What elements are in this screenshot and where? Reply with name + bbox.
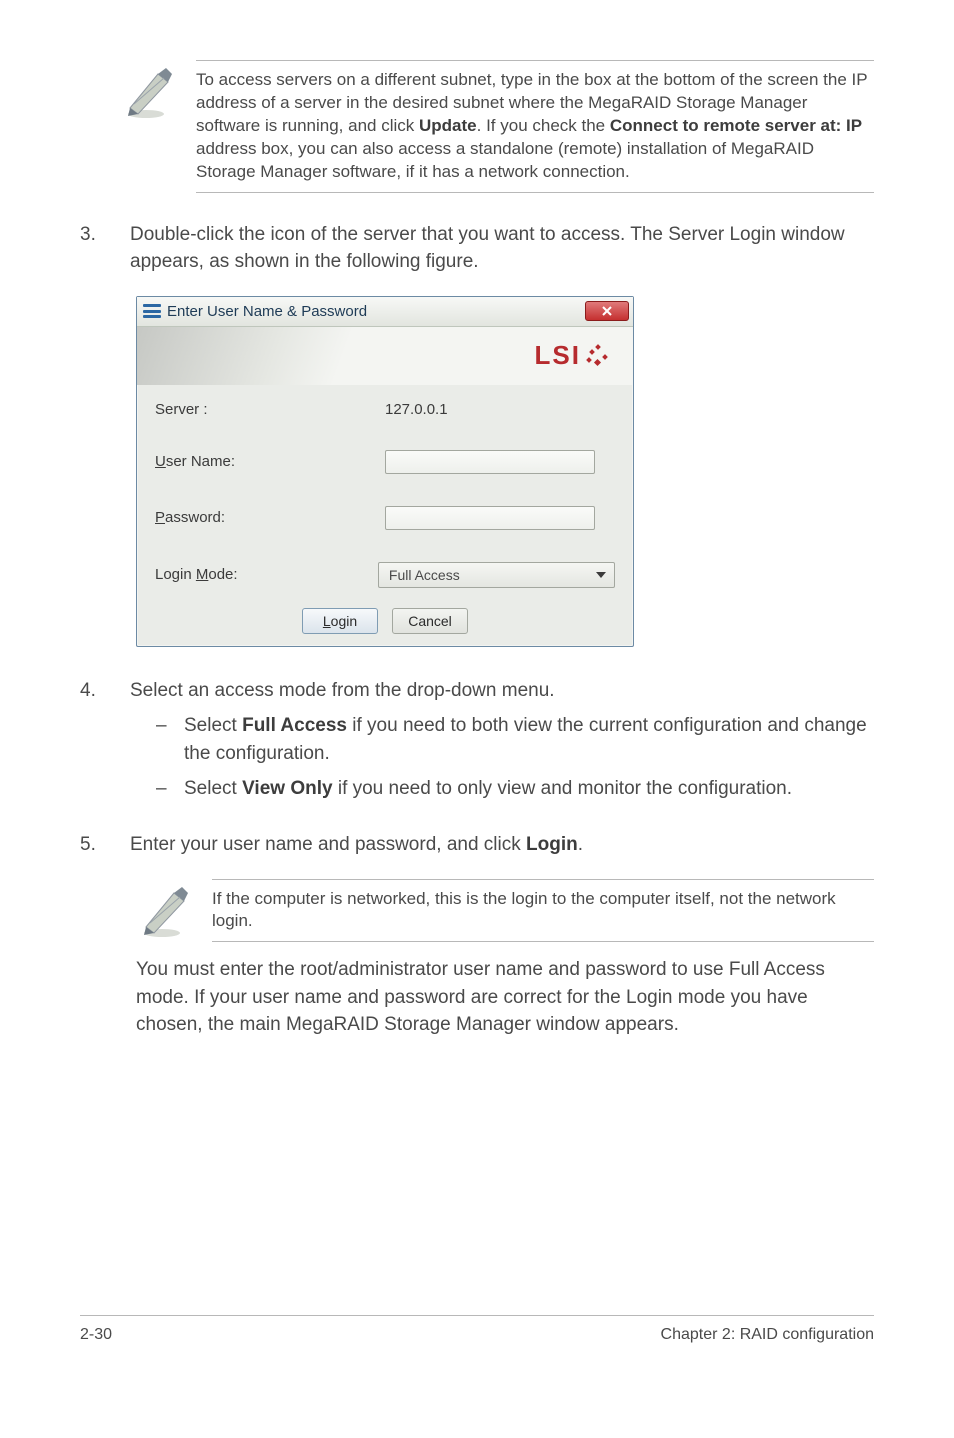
- note1-bold2: Connect to remote server at: IP: [610, 116, 862, 135]
- close-icon: [601, 305, 613, 317]
- close-button[interactable]: [585, 301, 629, 321]
- step-4: 4. Select an access mode from the drop-d…: [80, 677, 874, 811]
- step5-pre: Enter your user name and password, and c…: [130, 834, 526, 855]
- username-input[interactable]: [385, 450, 595, 474]
- password-row: Password:: [137, 490, 633, 546]
- password-label-rest: assword:: [165, 509, 225, 526]
- lsi-logo: LSI: [535, 340, 609, 371]
- step4-b1-pre: Select: [184, 715, 242, 736]
- step-4-bullet-2: Select View Only if you need to only vie…: [130, 775, 874, 803]
- step-4-bullet-1: Select Full Access if you need to both v…: [130, 712, 874, 767]
- step-5-continuation: You must enter the root/administrator us…: [136, 956, 874, 1039]
- titlebar: Enter User Name & Password: [137, 297, 633, 327]
- step5-bold: Login: [526, 834, 578, 855]
- lsi-logo-sparkle-icon: [587, 345, 609, 367]
- loginmode-label: Login Mode:: [155, 566, 378, 583]
- page-footer: 2-30 Chapter 2: RAID configuration: [80, 1315, 874, 1344]
- username-label: User Name:: [155, 453, 385, 470]
- cancel-button-label: Cancel: [408, 613, 452, 629]
- step-3-number: 3.: [80, 221, 104, 276]
- username-label-rest: ser Name:: [166, 453, 235, 470]
- dialog-title: Enter User Name & Password: [167, 303, 585, 320]
- cancel-button[interactable]: Cancel: [392, 608, 468, 634]
- note-text-2: If the computer is networked, this is th…: [212, 879, 874, 943]
- step-4-number: 4.: [80, 677, 104, 811]
- login-dialog: Enter User Name & Password LSI Server : …: [136, 296, 634, 647]
- note-text-1: To access servers on a different subnet,…: [196, 60, 874, 193]
- note1-bold1: Update: [419, 116, 477, 135]
- step4-b2-bold: View Only: [242, 778, 332, 799]
- server-row: Server : 127.0.0.1: [137, 385, 633, 434]
- username-row: User Name:: [137, 434, 633, 490]
- step-5: 5. Enter your user name and password, an…: [80, 831, 874, 859]
- loginmode-value: Full Access: [389, 567, 460, 583]
- step-3: 3. Double-click the icon of the server t…: [80, 221, 874, 276]
- lsi-logo-text: LSI: [535, 340, 581, 371]
- step4-b2-pre: Select: [184, 778, 242, 799]
- chevron-down-icon: [596, 572, 606, 578]
- note1-part2: address box, you can also access a stand…: [196, 139, 814, 181]
- username-label-ul: U: [155, 453, 166, 470]
- pencil-note-icon: [120, 64, 176, 120]
- password-input[interactable]: [385, 506, 595, 530]
- login-button-rest: ogin: [331, 613, 357, 629]
- dialog-button-row: Login Cancel: [137, 604, 633, 646]
- note-block-1: To access servers on a different subnet,…: [120, 60, 874, 193]
- step-4-text: Select an access mode from the drop-down…: [130, 677, 874, 705]
- login-button[interactable]: Login: [302, 608, 378, 634]
- server-value: 127.0.0.1: [385, 401, 448, 418]
- step4-b1-bold: Full Access: [242, 715, 347, 736]
- note-block-2: If the computer is networked, this is th…: [136, 879, 874, 943]
- password-label: Password:: [155, 509, 385, 526]
- footer-chapter: Chapter 2: RAID configuration: [661, 1326, 874, 1344]
- server-label: Server :: [155, 401, 385, 418]
- loginmode-label-pre: Login: [155, 566, 196, 583]
- loginmode-label-post: ode:: [208, 566, 237, 583]
- footer-page-number: 2-30: [80, 1326, 112, 1344]
- step-3-text: Double-click the icon of the server that…: [130, 221, 874, 276]
- loginmode-row: Login Mode: Full Access: [137, 546, 633, 604]
- login-button-ul: L: [323, 613, 331, 629]
- loginmode-label-ul: M: [196, 566, 209, 583]
- loginmode-select[interactable]: Full Access: [378, 562, 615, 588]
- logo-row: LSI: [137, 327, 633, 385]
- step5-post: .: [578, 834, 583, 855]
- note1-part1: . If you check the: [477, 116, 610, 135]
- password-label-ul: P: [155, 509, 165, 526]
- step4-b2-post: if you need to only view and monitor the…: [333, 778, 792, 799]
- titlebar-app-icon: [143, 304, 161, 318]
- pencil-note-icon: [136, 883, 192, 939]
- step-5-number: 5.: [80, 831, 104, 859]
